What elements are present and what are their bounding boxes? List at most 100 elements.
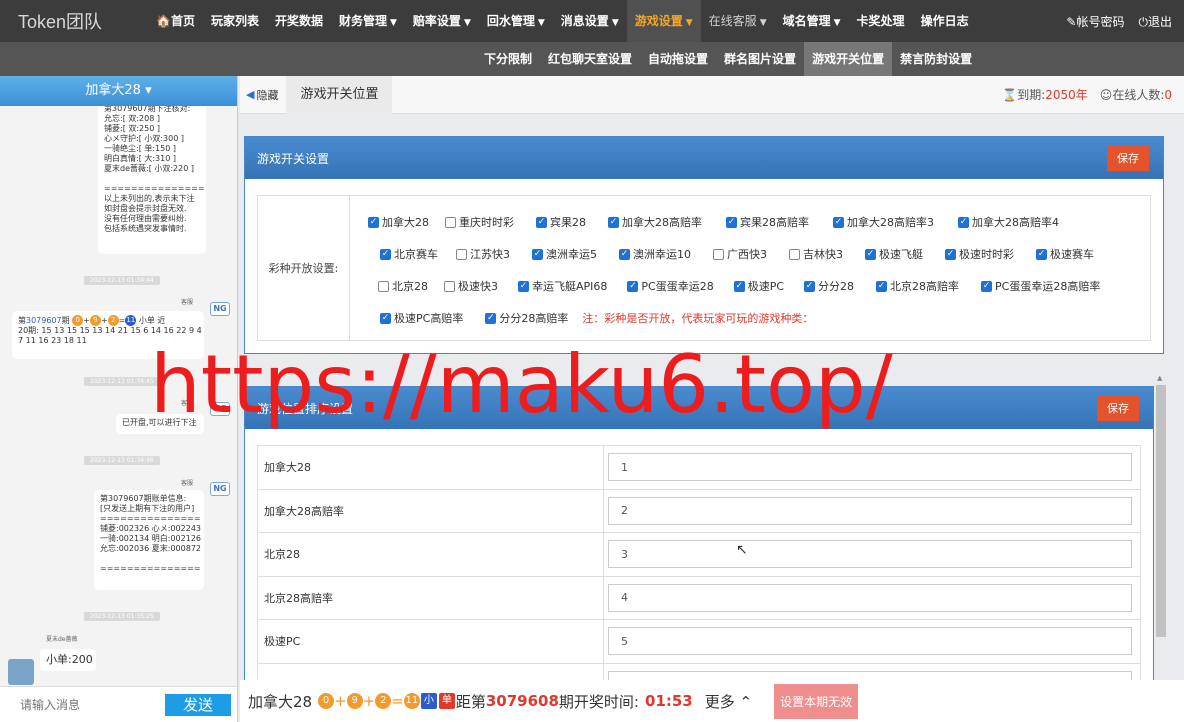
chat-sender: 客服 <box>181 480 194 487</box>
scrollbar-thumb[interactable] <box>1156 385 1166 637</box>
lottery-checkbox[interactable]: ✓ 北京赛车 <box>380 246 438 262</box>
lottery-checkbox[interactable]: ✓ 幸运飞艇API68 <box>518 278 607 294</box>
nav-item-0[interactable]: 🏠首页 <box>148 0 203 42</box>
checkbox-checked-icon: ✓ <box>733 280 745 292</box>
subnav-item-1[interactable]: 红包聊天室设置 <box>540 42 640 76</box>
lottery-checkbox[interactable]: ✓ 分分28高赔率 <box>485 310 568 326</box>
user-avatar <box>8 659 34 685</box>
lottery-checkbox[interactable]: 极速快3 <box>444 278 498 294</box>
subnav-item-3[interactable]: 群名图片设置 <box>716 42 804 76</box>
chat-timestamp: 2023-12-13 01:35:25 <box>84 612 160 621</box>
sort-position-input[interactable]: 2 <box>608 496 1132 525</box>
lottery-checkbox[interactable]: ✓ 极速赛车 <box>1036 246 1094 262</box>
sort-position-input[interactable]: 5 <box>608 627 1132 656</box>
lottery-open-settings: 彩种开放设置: ✓ 加拿大28 重庆时时彩 ✓ 宾果28 ✓ 加拿大28高赔率 ✓ 宾果28高赔… <box>257 195 1151 341</box>
sort-position-input[interactable]: 3 <box>608 540 1132 569</box>
lottery-checkbox[interactable]: 广西快3 <box>713 246 767 262</box>
checkbox-checked-icon: ✓ <box>485 312 497 324</box>
hide-sidebar-button[interactable]: ◀ 隐藏 <box>246 87 278 103</box>
checkbox-checked-icon: ✓ <box>619 248 630 260</box>
nav-item-2[interactable]: 开奖数据 <box>267 0 331 42</box>
checkbox-checked-icon: ✓ <box>833 216 844 228</box>
checkbox-checked-icon: ✓ <box>1036 248 1047 260</box>
chat-timestamp: 2023-12-13 01:34:46 <box>84 456 160 465</box>
checkbox-unchecked-icon <box>789 248 800 260</box>
watermark-url: https://maku6.top/ <box>150 338 893 431</box>
size-badge: 小 <box>420 693 437 709</box>
checkbox-checked-icon: ✓ <box>876 280 888 292</box>
lottery-checkbox[interactable]: ✓ PC蛋蛋幸运28高赔率 <box>981 278 1100 294</box>
save-button[interactable]: 保存 <box>1097 395 1139 421</box>
top-navbar: Token团队 🏠首页 玩家列表 开奖数据 财务管理 ▼ 赔率设置 ▼ 回水管理 ▼ 消息设置 ▼ 游… <box>0 0 1184 42</box>
sort-table: 加拿大28 1 加拿大28高赔率 2 北京28 3 北京28高赔率 4 极速PC 5 <box>257 445 1141 685</box>
lottery-checkbox[interactable]: ✓ 北京28高赔率 <box>876 278 959 294</box>
logout-icon: ⏻ <box>1138 14 1148 29</box>
lottery-checkbox[interactable]: 江苏快3 <box>456 246 510 262</box>
tab-game-switch-position[interactable]: 游戏开关位置 <box>286 75 393 114</box>
lottery-checkbox[interactable]: ✓ 宾果28高赔率 <box>726 214 809 230</box>
lottery-checkbox[interactable]: ✓ 宾果28 <box>536 214 586 230</box>
lottery-checkbox[interactable]: ✓ 加拿大28 <box>368 214 429 230</box>
lottery-checkbox[interactable]: ✓ 极速PC <box>733 278 784 294</box>
sort-game-name: 加拿大28高赔率 <box>258 489 604 532</box>
checkbox-checked-icon: ✓ <box>865 248 876 260</box>
parity-badge: 单 <box>438 693 455 709</box>
checkbox-checked-icon: ✓ <box>981 280 993 292</box>
lottery-checkbox[interactable]: ✓ 澳洲幸运10 <box>619 246 691 262</box>
service-avatar: NG <box>210 302 230 316</box>
lottery-checkbox[interactable]: ✓ 分分28 <box>804 278 854 294</box>
lottery-checkbox[interactable]: ✓ 澳洲幸运5 <box>532 246 597 262</box>
nav-item-9[interactable]: 域名管理 ▼ <box>775 0 849 42</box>
lottery-checkbox[interactable]: 重庆时时彩 <box>445 214 514 230</box>
chat-message-input[interactable] <box>20 697 160 712</box>
chat-bubble-user: 小单:200 <box>40 649 96 671</box>
invalidate-draw-button[interactable]: 设置本期无效 <box>774 683 859 719</box>
checkbox-checked-icon: ✓ <box>627 280 639 292</box>
lottery-checkbox[interactable]: ✓ 极速时时彩 <box>945 246 1014 262</box>
nav-item-6[interactable]: 消息设置 ▼ <box>553 0 627 42</box>
nav-item-3[interactable]: 财务管理 ▼ <box>331 0 405 42</box>
lottery-checkbox[interactable]: ✓ 加拿大28高赔率3 <box>833 214 934 230</box>
game-sort-panel: 游戏位置排序设置 保存 加拿大28 1 加拿大28高赔率 2 北京28 3 北京28高赔率 4… <box>244 386 1154 686</box>
lottery-checkbox[interactable]: ✓ 极速PC高赔率 <box>380 310 463 326</box>
draw-ball: 2 <box>375 693 392 709</box>
caret-down-icon: ▼ <box>833 18 841 28</box>
logout-link[interactable]: ⏻退出 <box>1138 13 1172 30</box>
nav-item-5[interactable]: 回水管理 ▼ <box>479 0 553 42</box>
sort-row: 北京28 3 <box>258 533 1140 577</box>
lottery-checkbox[interactable]: ✓ 极速飞艇 <box>865 246 923 262</box>
lottery-checkbox[interactable]: 吉林快3 <box>789 246 843 262</box>
checkbox-checked-icon: ✓ <box>945 248 956 260</box>
lottery-checkbox[interactable]: ✓ 加拿大28高赔率4 <box>958 214 1059 230</box>
checkbox-row: ✓ 极速PC高赔率 ✓ 分分28高赔率 注：彩种是否开放，代表玩家可玩的游戏种类： <box>360 302 1150 334</box>
lottery-checkbox[interactable]: ✓ PC蛋蛋幸运28 <box>627 278 714 294</box>
sort-position-input[interactable]: 1 <box>608 453 1132 482</box>
subnav-item-0[interactable]: 下分限制 <box>476 42 540 76</box>
nav-item-4[interactable]: 赔率设置 ▼ <box>405 0 479 42</box>
sort-position-input[interactable]: 4 <box>608 583 1132 612</box>
subnav-item-5[interactable]: 禁言防封设置 <box>892 42 980 76</box>
caret-down-icon: ▼ <box>463 18 471 28</box>
lottery-checkbox[interactable]: 北京28 <box>378 278 428 294</box>
subnav-item-2[interactable]: 自动拖设置 <box>640 42 716 76</box>
send-button[interactable]: 发送 <box>165 693 231 716</box>
nav-item-11[interactable]: 操作日志 <box>913 0 977 42</box>
chat-room-selector[interactable]: 加拿大28 ▾ <box>0 76 237 106</box>
nav-item-10[interactable]: 卡奖处理 <box>849 0 913 42</box>
nav-item-1[interactable]: 玩家列表 <box>203 0 267 42</box>
checkbox-checked-icon: ✓ <box>380 312 391 324</box>
scroll-up-arrow[interactable]: ▲ <box>1157 374 1162 382</box>
nav-item-7[interactable]: 游戏设置 ▼ <box>626 0 701 42</box>
edit-icon: ✎ <box>1066 14 1077 29</box>
lottery-checkbox[interactable]: ✓ 加拿大28高赔率 <box>608 214 702 230</box>
panel-header: 游戏开关设置 保存 <box>245 137 1163 179</box>
save-button[interactable]: 保存 <box>1107 145 1149 171</box>
sort-row: 加拿大28 1 <box>258 446 1140 490</box>
more-link[interactable]: 更多 ⌃ <box>705 691 752 712</box>
mouse-cursor-icon: ↖ <box>736 542 748 558</box>
nav-item-8[interactable]: 在线客服 ▼ <box>701 0 775 42</box>
sort-game-name: 加拿大28 <box>258 446 604 489</box>
account-password-link[interactable]: ✎帐号密码 <box>1066 13 1124 30</box>
chat-bubble-bill: 第3079607期账单信息: [只发送上期有下注的用户] ===========… <box>94 490 204 590</box>
subnav-item-4[interactable]: 游戏开关位置 <box>804 42 893 76</box>
